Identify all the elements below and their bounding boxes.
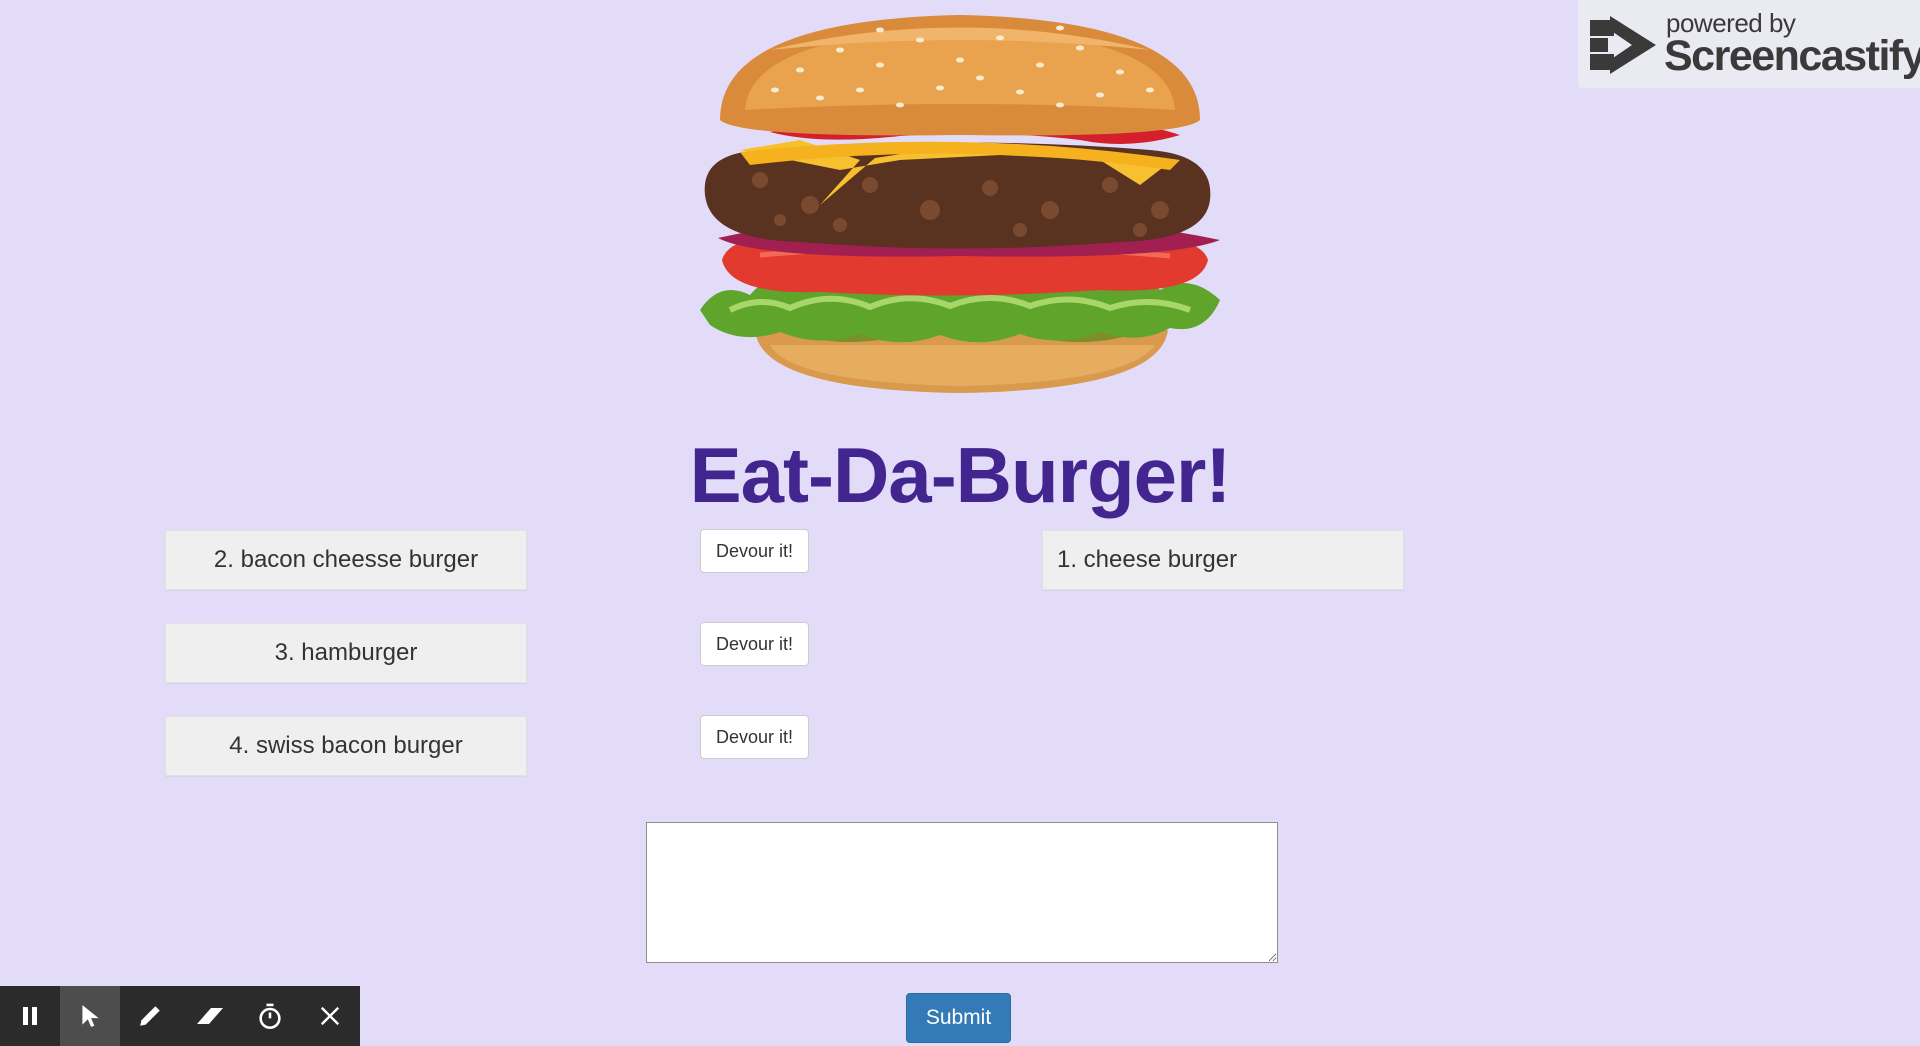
close-icon (320, 1006, 340, 1026)
pen-button[interactable] (120, 986, 180, 1046)
timer-icon (259, 1003, 281, 1029)
page: Eat-Da-Burger! 2. bacon cheesse burger D… (0, 0, 1920, 1046)
burger-item: 2. bacon cheesse burger (165, 530, 527, 590)
burger-item: 4. swiss bacon burger (165, 716, 527, 776)
page-title: Eat-Da-Burger! (689, 431, 1232, 519)
pause-button[interactable] (0, 986, 60, 1046)
timer-button[interactable] (240, 986, 300, 1046)
submit-button[interactable]: Submit (906, 993, 1011, 1043)
cursor-button[interactable] (60, 986, 120, 1046)
devour-button[interactable]: Devour it! (700, 622, 809, 666)
pause-icon (23, 1007, 37, 1025)
eraser-button[interactable] (180, 986, 240, 1046)
devour-button[interactable]: Devour it! (700, 715, 809, 759)
screencastify-badge: powered by Screencastify (1578, 0, 1920, 88)
close-button[interactable] (300, 986, 360, 1046)
devour-button[interactable]: Devour it! (700, 529, 809, 573)
screencastify-logo-icon (1590, 16, 1656, 74)
burger-item: 3. hamburger (165, 623, 527, 683)
eraser-icon (197, 1008, 223, 1024)
cursor-icon (82, 1005, 99, 1027)
devoured-burger-item: 1. cheese burger (1042, 530, 1404, 590)
recording-toolbar (0, 986, 360, 1046)
badge-brand: Screencastify (1664, 32, 1920, 80)
burger-name-input[interactable] (646, 822, 1278, 963)
burger-image (700, 15, 1220, 393)
pen-icon (140, 1006, 160, 1026)
